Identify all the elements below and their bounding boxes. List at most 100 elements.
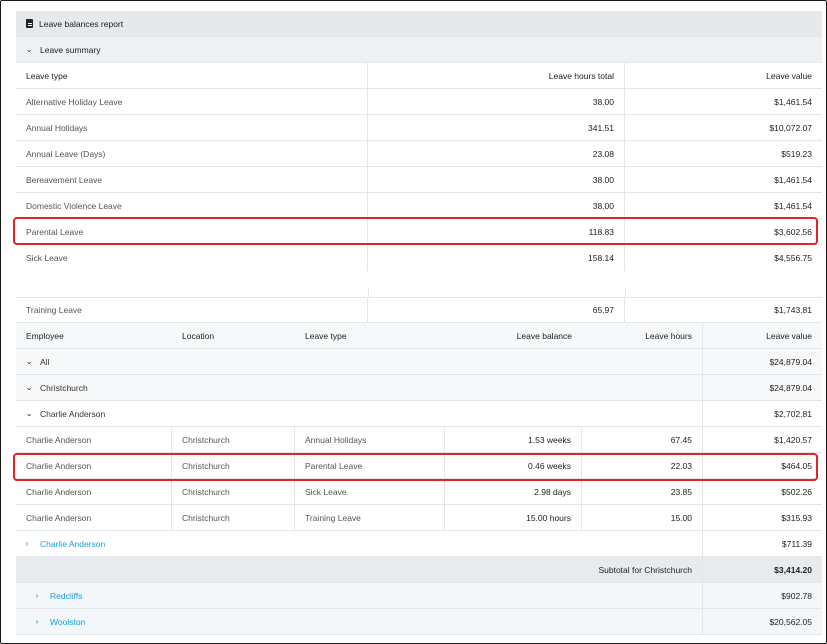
summary-hours: 38.00 [368,193,625,218]
col-leave-type[interactable]: Leave type [16,63,368,88]
detail-row: Charlie Anderson Christchurch Training L… [16,505,822,531]
summary-row: Domestic Violence Leave 38.00 $1,461.54 [16,193,822,219]
subtotal-row: Subtotal for Christchurch $3,414.20 [16,557,822,583]
detail-value: $1,420.57 [774,434,812,445]
summary-leave-type: Parental Leave [16,219,368,244]
summary-value: $1,461.54 [774,174,812,185]
location-redcliffs-link[interactable]: Redcliffs [50,591,82,601]
summary-value: $1,461.54 [774,200,812,211]
detail-header-row: Employee Location Leave type Leave balan… [16,323,822,349]
detail-employee: Charlie Anderson [16,505,172,530]
report-title-bar: Leave balances report [16,11,822,37]
chevron-down-icon: ⌄ [25,409,33,418]
col-leave-hours-total[interactable]: Leave hours total [368,63,625,88]
group-christchurch-label: Christchurch [40,382,88,393]
detail-location: Christchurch [172,505,295,530]
subtotal-value: $3,414.20 [774,564,812,575]
location-redcliffs-row[interactable]: › Redcliffs $902.78 [16,583,822,609]
render-gap-lines [16,287,822,297]
detail-location: Christchurch [172,453,295,478]
report-title: Leave balances report [39,18,124,29]
detail-row-parental-leave: Charlie Anderson Christchurch Parental L… [16,453,822,479]
summary-value: $4,556.75 [774,253,812,263]
col-employee[interactable]: Employee [16,323,172,348]
detail-hours: 67.45 [582,427,703,452]
summary-row: Bereavement Leave 38.00 $1,461.54 [16,167,822,193]
detail-location: Christchurch [172,427,295,452]
collapsed-employee-value: $711.39 [781,538,812,549]
col-detail-leave-type[interactable]: Leave type [295,323,445,348]
chevron-down-icon: ⌄ [25,357,33,366]
col-location[interactable]: Location [172,323,295,348]
chevron-down-icon: ⌄ [25,45,33,54]
detail-value: $464.05 [781,460,812,471]
summary-value: $1,743.81 [774,305,812,315]
employee-link[interactable]: Charlie Anderson [40,539,105,549]
group-all-label: All [40,356,50,367]
col-leave-hours[interactable]: Leave hours [582,323,703,348]
summary-leave-type: Alternative Holiday Leave [16,89,368,114]
summary-hours: 341.51 [368,115,625,140]
detail-employee: Charlie Anderson [16,479,172,504]
summary-row: Sick Leave 158.14 $4,556.75 [16,245,822,271]
detail-balance: 2.98 days [445,479,582,504]
chevron-right-icon: › [25,539,29,548]
group-employee-row[interactable]: ⌄ Charlie Anderson $2,702.81 [16,401,822,427]
location-woolston-row[interactable]: › Woolston $20,562.05 [16,609,822,635]
col-leave-balance[interactable]: Leave balance [445,323,582,348]
summary-hours: 38.00 [368,89,625,114]
document-icon [26,19,33,28]
group-employee-value: $2,702.81 [774,408,812,419]
detail-balance: 0.46 weeks [445,453,582,478]
chevron-down-icon: ⌄ [25,383,33,392]
detail-location: Christchurch [172,479,295,504]
summary-hours: 118.83 [368,219,625,244]
summary-hours: 65.97 [368,298,625,322]
leave-balances-report: Leave balances report ⌄ Leave summary Le… [16,11,822,639]
detail-hours: 22.03 [582,453,703,478]
leave-summary-toggle[interactable]: ⌄ Leave summary [16,37,822,63]
summary-hours: 158.14 [368,245,625,271]
detail-balance: 1.53 weeks [445,427,582,452]
summary-row: Annual Leave (Days) 23.08 $519.23 [16,141,822,167]
detail-leave-type: Training Leave [295,505,445,530]
group-christchurch-row[interactable]: ⌄ Christchurch $24,879.04 [16,375,822,401]
summary-leave-type: Bereavement Leave [16,167,368,192]
detail-row: Charlie Anderson Christchurch Sick Leave… [16,479,822,505]
summary-row: Training Leave 65.97 $1,743.81 [16,297,822,323]
detail-employee: Charlie Anderson [16,427,172,452]
detail-employee: Charlie Anderson [16,453,172,478]
detail-value: $502.26 [781,486,812,497]
summary-row-parental-leave: Parental Leave 118.83 $3,602.56 [16,219,822,245]
summary-header-row: Leave type Leave hours total Leave value [16,63,822,89]
summary-value: $1,461.54 [774,96,812,107]
collapsed-employee-row[interactable]: › Charlie Anderson $711.39 [16,531,822,557]
leave-summary-label: Leave summary [40,44,101,55]
location-woolston-value: $20,562.05 [769,616,812,627]
summary-value: $10,072.07 [769,122,812,133]
detail-leave-type: Annual Holidays [295,427,445,452]
col-detail-leave-value[interactable]: Leave value [703,323,822,348]
summary-hours: 38.00 [368,167,625,192]
detail-row: Charlie Anderson Christchurch Annual Hol… [16,427,822,453]
group-employee-label: Charlie Anderson [40,408,106,419]
location-redcliffs-value: $902.78 [781,590,812,601]
detail-value: $315.93 [781,512,812,523]
group-all-value: $24,879.04 [769,356,812,367]
summary-leave-type: Training Leave [16,298,368,322]
summary-row: Annual Holidays 341.51 $10,072.07 [16,115,822,141]
subtotal-label: Subtotal for Christchurch [16,557,703,582]
summary-leave-type: Annual Holidays [16,115,368,140]
group-christchurch-value: $24,879.04 [769,382,812,393]
location-woolston-link[interactable]: Woolston [50,617,85,627]
detail-hours: 23.85 [582,479,703,504]
chevron-right-icon: › [35,617,39,626]
chevron-right-icon: › [35,591,39,600]
group-all-row[interactable]: ⌄ All $24,879.04 [16,349,822,375]
summary-hours: 23.08 [368,141,625,166]
detail-leave-type: Sick Leave [295,479,445,504]
col-leave-value[interactable]: Leave value [625,63,822,88]
summary-leave-type: Annual Leave (Days) [16,141,368,166]
detail-hours: 15.00 [582,505,703,530]
summary-value: $3,602.56 [774,226,812,237]
